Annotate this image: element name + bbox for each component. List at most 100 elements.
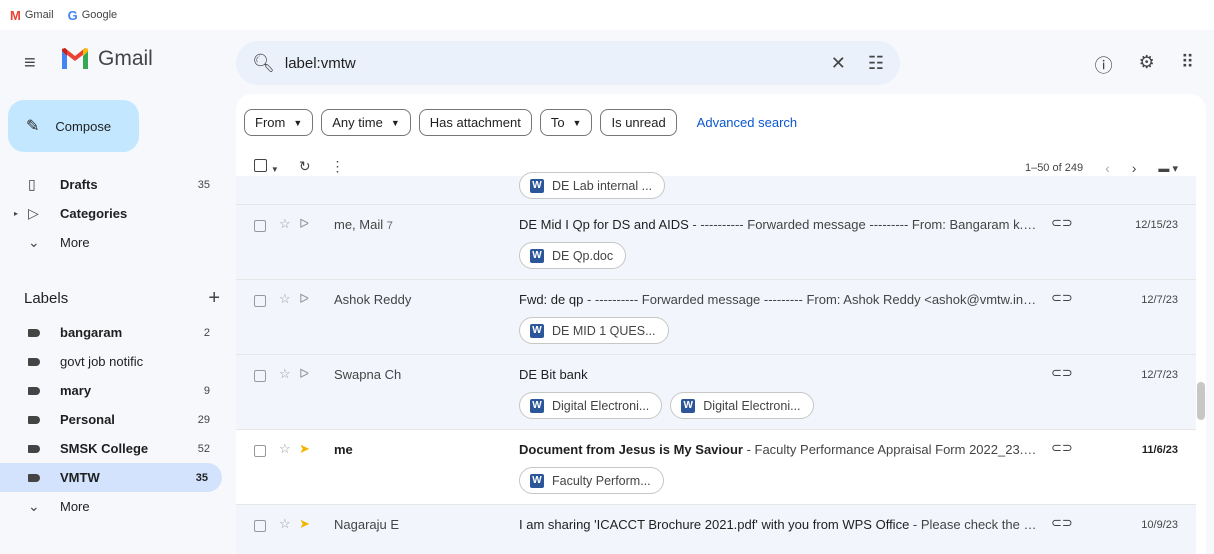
sidebar-item-govt-job[interactable]: govt job notific <box>0 347 224 376</box>
sidebar-item-bangaram[interactable]: bangaram 2 <box>0 318 224 347</box>
apps-grid-icon[interactable]: ⠿ <box>1181 52 1194 78</box>
scrollbar-thumb[interactable] <box>1197 382 1205 420</box>
sidebar-item-personal[interactable]: Personal 29 <box>0 405 224 434</box>
attachment-name: Faculty Perform... <box>552 473 651 488</box>
email-subject: I am sharing 'ICACCT Brochure 2021.pdf' … <box>519 517 910 532</box>
sidebar-item-smsk-college[interactable]: SMSK College 52 <box>0 434 224 463</box>
dropdown-arrow-icon: ▼ <box>390 117 400 128</box>
email-date: 11/6/23 <box>1141 444 1178 456</box>
chip-label: To <box>550 115 565 130</box>
dropdown-arrow-icon: ▼ <box>572 117 582 128</box>
refresh-icon[interactable]: ↻ <box>299 158 311 175</box>
important-marker-icon[interactable]: ᐅ <box>299 291 309 307</box>
email-row[interactable]: ☆ ➤ me Document from Jesus is My Saviour… <box>236 429 1196 504</box>
sidebar-item-label: VMTW <box>60 470 100 485</box>
sidebar-item-label: More <box>60 235 90 250</box>
sidebar-item-label: Categories <box>60 206 128 221</box>
expand-caret-icon[interactable]: ▸ <box>14 209 18 218</box>
attachment-list: W Digital Electroni... W Digital Electroni… <box>519 392 814 419</box>
sidebar-item-label: SMSK College <box>60 441 149 456</box>
compose-label: Compose <box>55 118 112 134</box>
important-marker-icon[interactable]: ➤ <box>299 441 310 457</box>
attachment-chip[interactable]: W DE Qp.doc <box>519 242 627 269</box>
sender-name: Ashok Reddy <box>334 292 412 307</box>
important-marker-icon[interactable]: ➤ <box>299 516 310 532</box>
email-row[interactable]: ☆ ➤ Nagaraju E I am sharing 'ICACCT Broc… <box>236 504 1196 554</box>
filter-has-attachment-chip[interactable]: Has attachment <box>418 109 532 136</box>
attachment-chip[interactable]: W Digital Electroni... <box>670 392 814 419</box>
filter-is-unread-chip[interactable]: Is unread <box>600 109 677 136</box>
row-checkbox[interactable] <box>254 445 266 457</box>
email-snippet: - ---------- Forwarded message ---------… <box>688 217 1039 232</box>
sidebar-item-label: Personal <box>60 412 115 427</box>
email-row[interactable]: ☆ ᐅ Swapna Ch DE Bit bank ⊂⊃ 12/7/23 W Di… <box>236 354 1196 429</box>
star-icon[interactable]: ☆ <box>279 216 291 232</box>
word-doc-icon: W <box>681 398 696 413</box>
attachment-list: W DE Qp.doc <box>519 242 627 269</box>
attachment-chip[interactable]: W Faculty Perform... <box>519 467 664 494</box>
star-icon[interactable]: ☆ <box>279 441 291 457</box>
search-bar[interactable]: 🔍︎ label:vmtw ✕ ☷ <box>236 41 900 85</box>
bookmark-gmail[interactable]: M Gmail <box>10 8 54 23</box>
email-row[interactable]: W DE Lab internal ... <box>236 172 1196 204</box>
email-row[interactable]: ☆ ᐅ Ashok Reddy Fwd: de qp - ---------- … <box>236 279 1196 354</box>
sidebar-item-categories[interactable]: ▸ ▷ Categories <box>0 199 224 228</box>
clear-search-icon[interactable]: ✕ <box>831 53 846 74</box>
label-icon <box>28 386 40 395</box>
prev-page-icon[interactable]: ‹ <box>1105 160 1110 176</box>
attachment-chip[interactable]: W Digital Electroni... <box>519 392 663 419</box>
bookmark-label: Google <box>81 9 118 21</box>
sidebar-item-label: More <box>60 499 90 514</box>
compose-button[interactable]: ✎ Compose <box>8 100 139 152</box>
settings-gear-icon[interactable]: ⚙ <box>1139 52 1155 78</box>
sidebar-item-drafts[interactable]: ▯ Drafts 35 <box>0 170 224 199</box>
row-checkbox[interactable] <box>254 370 266 382</box>
sidebar-item-more[interactable]: ⌄ More <box>0 228 224 257</box>
row-checkbox[interactable] <box>254 295 266 307</box>
dropdown-arrow-icon: ▼ <box>293 117 303 128</box>
filter-any-time-chip[interactable]: Any time ▼ <box>321 109 411 136</box>
input-tools-icon[interactable]: ▬ ▾ <box>1158 162 1178 175</box>
sender-name: Nagaraju E <box>334 517 400 532</box>
email-sender: Swapna Ch <box>334 367 401 382</box>
more-options-icon[interactable]: ⋮ <box>331 158 345 175</box>
filter-to-chip[interactable]: To ▼ <box>539 109 593 136</box>
sidebar-nav: ▯ Drafts 35 ▸ ▷ Categories ⌄ More <box>0 170 224 257</box>
email-snippet: - Please check the attachm... <box>912 517 1039 532</box>
advanced-search-link[interactable]: Advanced search <box>697 115 797 130</box>
star-icon[interactable]: ☆ <box>279 366 291 382</box>
search-input[interactable]: label:vmtw <box>285 55 831 72</box>
sidebar-item-vmtw[interactable]: VMTW 35 <box>0 463 222 492</box>
select-dropdown-icon[interactable]: ▼ <box>271 165 279 174</box>
sender-name: me <box>334 442 353 457</box>
gmail-bookmark-icon: M <box>10 7 21 23</box>
filter-from-chip[interactable]: From ▼ <box>244 109 314 136</box>
star-icon[interactable]: ☆ <box>279 516 291 532</box>
main-menu-icon[interactable]: ≡ <box>24 52 36 75</box>
search-icon[interactable]: 🔍︎ <box>252 53 275 74</box>
sidebar-item-mary[interactable]: mary 9 <box>0 376 224 405</box>
add-label-icon[interactable]: + <box>208 287 220 310</box>
important-marker-icon[interactable]: ᐅ <box>299 216 309 232</box>
star-icon[interactable]: ☆ <box>279 291 291 307</box>
bookmark-google[interactable]: G Google <box>68 8 118 23</box>
email-sender: Nagaraju E <box>334 517 399 532</box>
row-checkbox[interactable] <box>254 220 266 232</box>
important-marker-icon[interactable]: ᐅ <box>299 366 309 382</box>
search-options-icon[interactable]: ☷ <box>868 53 884 74</box>
attachment-chip[interactable]: W DE Lab internal ... <box>519 172 666 199</box>
word-doc-icon: W <box>530 473 544 488</box>
email-row[interactable]: ☆ ᐅ me, Mail 7 DE Mid I Qp for DS and AI… <box>236 204 1196 279</box>
select-all-checkbox[interactable]: ▼ <box>254 158 279 175</box>
attachment-icon: ⊂⊃ <box>1051 440 1073 455</box>
label-icon <box>28 357 40 366</box>
email-subject: Fwd: de qp <box>519 292 584 307</box>
sidebar-item-more-labels[interactable]: ⌄ More <box>0 492 224 521</box>
next-page-icon[interactable]: › <box>1132 160 1137 176</box>
help-icon[interactable]: ⓘ <box>1095 52 1113 78</box>
sidebar-item-count: 9 <box>203 384 210 397</box>
row-checkbox[interactable] <box>254 520 266 532</box>
attachment-chip[interactable]: W DE MID 1 QUES... <box>519 317 669 344</box>
gmail-logo[interactable]: Gmail <box>60 47 153 71</box>
chevron-down-icon: ⌄ <box>28 498 40 514</box>
